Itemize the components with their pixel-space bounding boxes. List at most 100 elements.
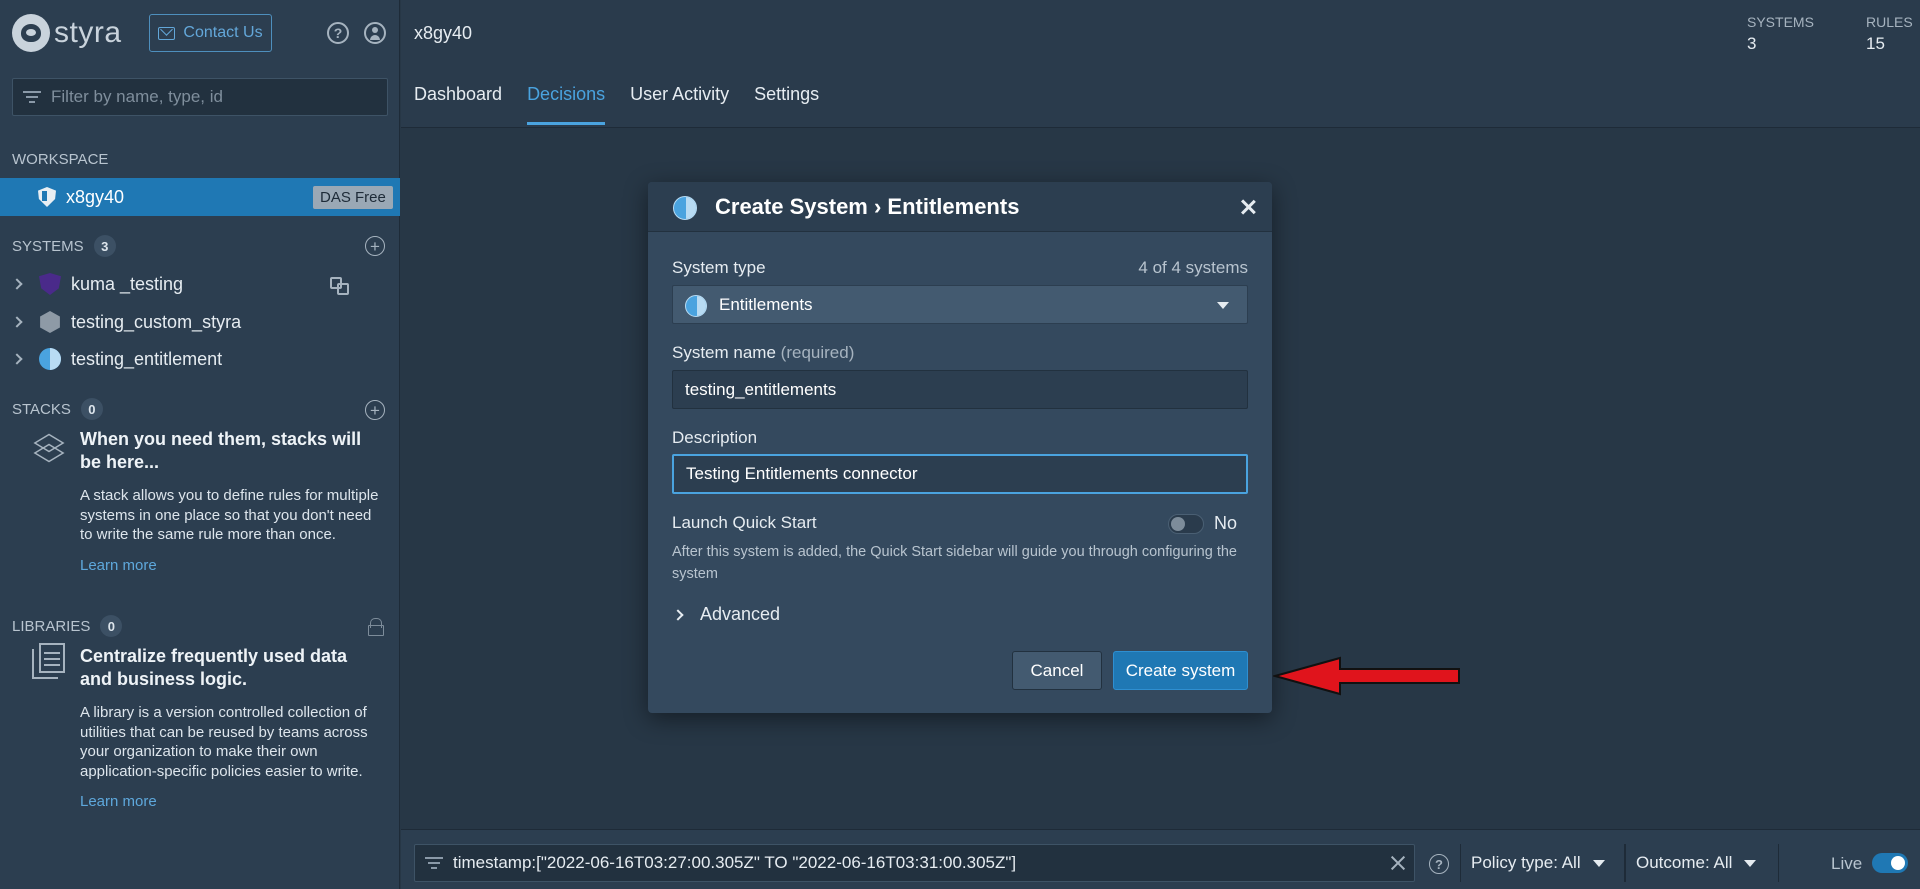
- system-name: testing_custom_styra: [71, 311, 242, 332]
- stacks-empty-desc: A stack allows you to define rules for m…: [80, 487, 379, 543]
- system-name-input[interactable]: [672, 370, 1248, 409]
- tab-decisions[interactable]: Decisions: [527, 84, 606, 125]
- system-item[interactable]: testing_custom_styra: [0, 304, 400, 340]
- styra-logo[interactable]: styra: [12, 14, 122, 52]
- library-icon: [32, 643, 66, 679]
- libraries-empty-title: Centralize frequently used data and busi…: [80, 646, 348, 689]
- main-tabs: Dashboard Decisions User Activity Settin…: [414, 84, 819, 125]
- entitlements-icon: [673, 196, 697, 220]
- system-item[interactable]: kuma _testing: [0, 266, 400, 302]
- quick-start-label: Launch Quick Start: [672, 513, 817, 532]
- help-icon[interactable]: ?: [327, 22, 349, 44]
- contact-us-label: Contact Us: [183, 24, 263, 41]
- logo-text: styra: [54, 16, 122, 49]
- system-name: testing_entitlement: [71, 348, 223, 369]
- quick-start-value: No: [1214, 513, 1238, 533]
- cancel-button[interactable]: Cancel: [1012, 651, 1102, 690]
- create-system-dialog: Create System › Entitlements System type…: [648, 182, 1272, 713]
- systems-section-label: SYSTEMS 3: [12, 235, 116, 257]
- stacks-empty-title: When you need them, stacks will be here.…: [80, 429, 362, 472]
- arrow-shape: [1273, 656, 1460, 696]
- libraries-count-badge: 0: [100, 615, 123, 637]
- tab-user-activity[interactable]: User Activity: [630, 84, 729, 125]
- libraries-section-label: LIBRARIES 0: [12, 615, 123, 637]
- system-type-count: 4 of 4 systems: [1138, 258, 1248, 277]
- rules-stat: RULES 15: [1866, 14, 1913, 54]
- contact-us-button[interactable]: Contact Us: [149, 14, 272, 52]
- live-toggle[interactable]: [1872, 853, 1908, 873]
- libraries-empty-state: Centralize frequently used data and busi…: [80, 645, 380, 810]
- add-system-icon[interactable]: +: [365, 236, 385, 256]
- stacks-label: STACKS: [12, 400, 71, 418]
- page-title: x8gy40: [414, 23, 473, 43]
- advanced-toggle[interactable]: Advanced: [700, 604, 780, 625]
- stacks-learn-more-link[interactable]: Learn more: [80, 557, 380, 574]
- mail-icon: [158, 26, 176, 40]
- chevron-right-icon[interactable]: [11, 316, 23, 328]
- tab-settings[interactable]: Settings: [754, 84, 819, 125]
- user-account-icon[interactable]: [364, 22, 386, 44]
- policy-type-dropdown[interactable]: Policy type: All: [1460, 844, 1625, 882]
- policy-type-value: Policy type: All: [1471, 853, 1581, 872]
- workspace-section-label: WORKSPACE: [12, 151, 108, 168]
- query-help-icon[interactable]: ?: [1429, 854, 1449, 874]
- chevron-down-icon: [1744, 859, 1757, 867]
- systems-count-badge: 3: [93, 235, 116, 257]
- stat-label: RULES: [1866, 14, 1913, 30]
- decisions-query[interactable]: [414, 844, 1415, 882]
- chevron-right-icon[interactable]: [672, 609, 684, 621]
- sidebar-filter[interactable]: [12, 78, 388, 116]
- decisions-query-input[interactable]: [453, 853, 1373, 873]
- decisions-filter-bar: ? Policy type: All Outcome: All Live: [401, 829, 1920, 889]
- workspace-label: WORKSPACE: [12, 151, 109, 168]
- workspace-item[interactable]: x8gy40 DAS Free: [0, 178, 400, 216]
- description-input[interactable]: [672, 454, 1248, 494]
- system-item[interactable]: testing_entitlement: [0, 341, 400, 377]
- workspace-name: x8gy40: [66, 186, 125, 207]
- sidebar: styra Contact Us ? WORKSPACE x8gy40 DAS …: [0, 0, 400, 889]
- sidebar-filter-input[interactable]: [51, 87, 371, 107]
- system-type-select[interactable]: Entitlements: [672, 285, 1248, 324]
- system-name-label-text: System name: [672, 343, 776, 362]
- lock-icon: [368, 618, 384, 636]
- chevron-right-icon[interactable]: [11, 278, 23, 290]
- stacks-section-label: STACKS 0: [12, 398, 103, 420]
- clear-icon[interactable]: [1388, 853, 1408, 873]
- chevron-down-icon: [1217, 302, 1229, 309]
- styra-logo-icon: [12, 14, 50, 52]
- system-type-label: System type: [672, 258, 766, 277]
- quick-start-toggle[interactable]: [1168, 514, 1204, 534]
- filter-icon: [425, 856, 443, 870]
- dialog-title: Create System › Entitlements: [715, 194, 1020, 219]
- filter-icon: [23, 90, 41, 104]
- chevron-right-icon[interactable]: [11, 353, 23, 365]
- sidebar-topbar: styra Contact Us ?: [0, 0, 400, 66]
- disconnected-icon: [328, 275, 349, 295]
- custom-system-icon: [40, 311, 60, 333]
- tab-dashboard[interactable]: Dashboard: [414, 84, 502, 125]
- entitlements-icon: [39, 348, 61, 370]
- quick-start-help: After this system is added, the Quick St…: [672, 544, 1237, 582]
- stacks-icon: [33, 432, 65, 466]
- add-stack-icon[interactable]: +: [365, 400, 385, 420]
- close-icon[interactable]: [1238, 197, 1258, 217]
- system-type-value: Entitlements: [719, 295, 813, 314]
- create-system-button[interactable]: Create system: [1113, 651, 1248, 690]
- dialog-header: Create System › Entitlements: [648, 182, 1272, 232]
- chevron-down-icon: [1592, 859, 1605, 867]
- stat-value: 3: [1747, 34, 1757, 53]
- live-label: Live: [1831, 854, 1863, 873]
- outcome-value: Outcome: All: [1636, 853, 1733, 872]
- required-hint: (required): [780, 343, 855, 362]
- stacks-empty-state: When you need them, stacks will be here.…: [80, 428, 380, 574]
- libraries-learn-more-link[interactable]: Learn more: [80, 793, 380, 810]
- stat-value: 15: [1866, 34, 1885, 53]
- plan-badge: DAS Free: [313, 186, 393, 209]
- systems-label: SYSTEMS: [12, 237, 84, 255]
- shield-icon: [38, 187, 56, 207]
- system-name: kuma _testing: [71, 273, 184, 294]
- libraries-label: LIBRARIES: [12, 617, 91, 635]
- stacks-count-badge: 0: [80, 398, 103, 420]
- outcome-dropdown[interactable]: Outcome: All: [1625, 844, 1779, 882]
- entitlements-icon: [685, 295, 707, 317]
